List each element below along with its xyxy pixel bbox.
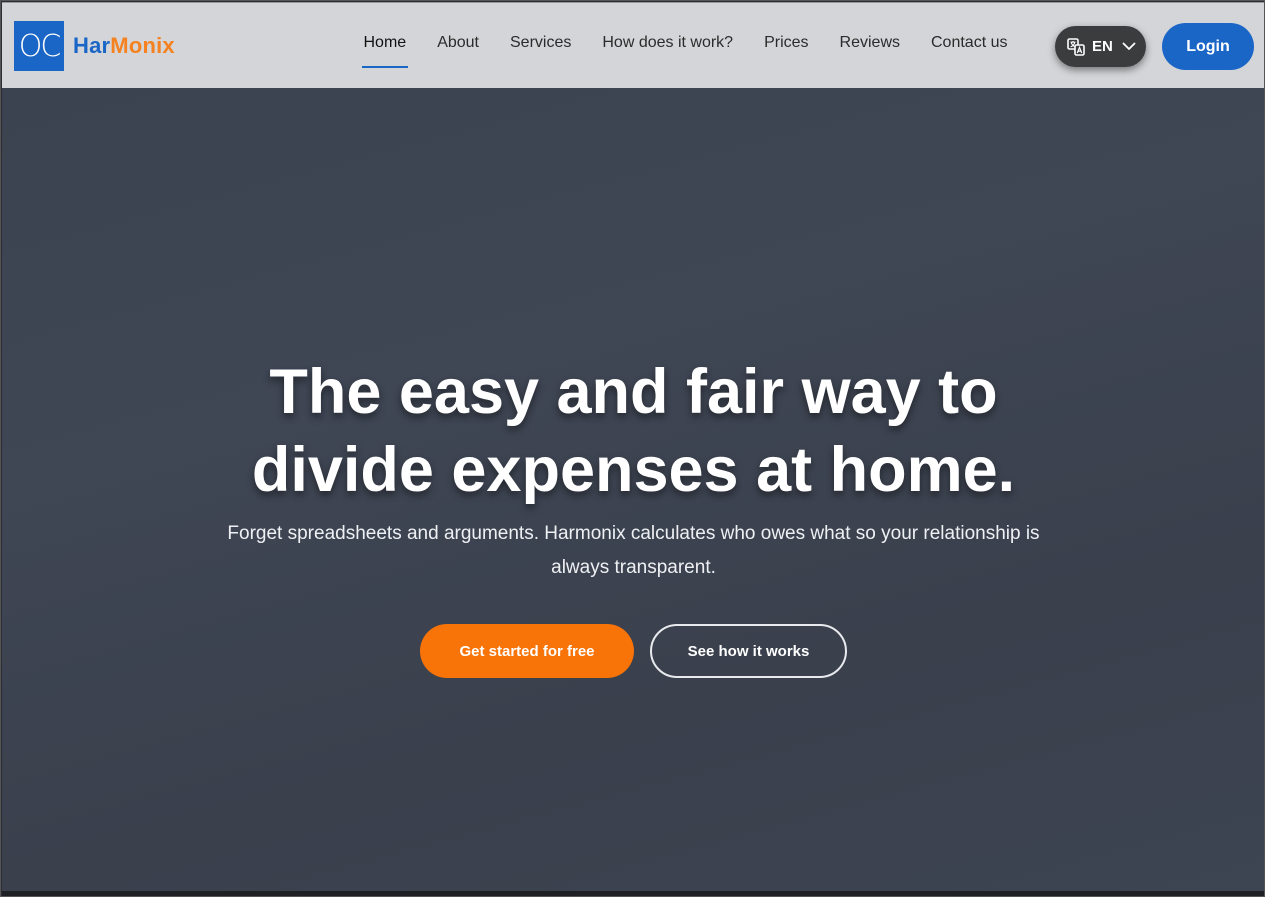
get-started-button[interactable]: Get started for free bbox=[420, 624, 634, 678]
site-header: OC HarMonix Home About Services How does… bbox=[2, 2, 1264, 89]
nav-item-home[interactable]: Home bbox=[348, 3, 422, 89]
nav-label: Prices bbox=[764, 34, 809, 51]
logo[interactable]: OC HarMonix bbox=[14, 21, 175, 71]
main-nav: Home About Services How does it work? Pr… bbox=[348, 3, 1023, 89]
logo-text: HarMonix bbox=[73, 33, 175, 59]
logo-mark: OC bbox=[14, 21, 64, 71]
hero-title: The easy and fair way to divide expenses… bbox=[2, 353, 1264, 509]
nav-item-contact[interactable]: Contact us bbox=[916, 3, 1023, 89]
section-divider bbox=[2, 891, 1264, 896]
nav-item-reviews[interactable]: Reviews bbox=[824, 3, 915, 89]
hero-section: The easy and fair way to divide expenses… bbox=[2, 88, 1264, 891]
login-button[interactable]: Login bbox=[1162, 23, 1254, 70]
hero-subtitle-line-2: always transparent. bbox=[551, 557, 716, 578]
logo-text-monix: Monix bbox=[110, 33, 175, 58]
nav-label: Services bbox=[510, 34, 572, 51]
language-selector[interactable]: EN bbox=[1055, 26, 1146, 67]
nav-label: Home bbox=[363, 34, 407, 51]
translate-icon bbox=[1067, 37, 1085, 56]
nav-item-how-it-works[interactable]: How does it work? bbox=[587, 3, 749, 89]
nav-label: Contact us bbox=[931, 34, 1008, 51]
hero-title-line-1: The easy and fair way to bbox=[269, 357, 998, 427]
nav-item-about[interactable]: About bbox=[422, 3, 495, 89]
hero-subtitle: Forget spreadsheets and arguments. Harmo… bbox=[222, 517, 1045, 585]
nav-label: About bbox=[437, 34, 479, 51]
page-frame: OC HarMonix Home About Services How does… bbox=[0, 0, 1265, 897]
nav-item-services[interactable]: Services bbox=[495, 3, 587, 89]
hero-subtitle-line-1: Forget spreadsheets and arguments. Harmo… bbox=[227, 523, 1040, 544]
chevron-down-icon bbox=[1122, 42, 1136, 51]
language-code: EN bbox=[1092, 38, 1113, 55]
see-how-it-works-button[interactable]: See how it works bbox=[650, 624, 847, 678]
nav-label: Reviews bbox=[839, 34, 900, 51]
hero-title-line-2: divide expenses at home. bbox=[251, 435, 1016, 505]
nav-label: How does it work? bbox=[602, 34, 734, 51]
logo-text-har: Har bbox=[73, 33, 111, 58]
nav-item-prices[interactable]: Prices bbox=[749, 3, 824, 89]
